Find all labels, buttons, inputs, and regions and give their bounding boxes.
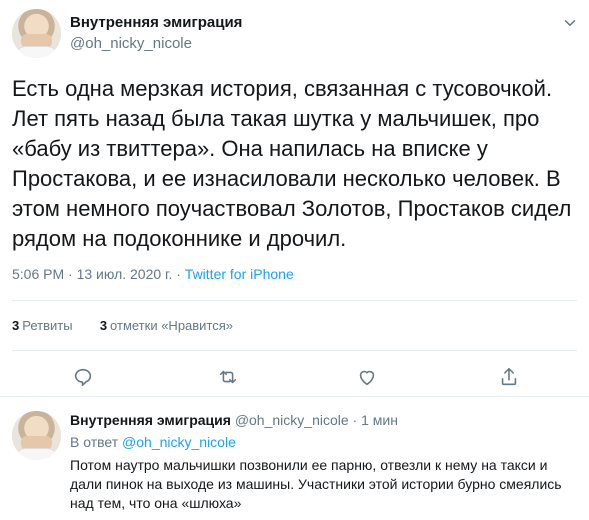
avatar[interactable] — [12, 9, 61, 58]
divider — [12, 300, 577, 301]
reply-button[interactable] — [72, 366, 94, 388]
tweet-text: Есть одна мерзкая история, связанная с т… — [12, 76, 572, 251]
reply-icon — [74, 368, 92, 387]
reply-header: Внутренняя эмиграция @oh_nicky_nicole · … — [70, 412, 398, 428]
meta-separator: · — [352, 412, 358, 428]
author-handle[interactable]: @oh_nicky_nicole — [70, 35, 192, 52]
retweet-icon — [219, 370, 237, 384]
meta-separator: · — [68, 266, 73, 282]
tweet-meta: 5:06 PM · 13 июл. 2020 г. · Twitter for … — [12, 266, 294, 282]
reply-time[interactable]: 1 мин — [361, 412, 398, 428]
retweet-button[interactable] — [217, 366, 239, 388]
reply-to-handle[interactable]: @oh_nicky_nicole — [122, 434, 236, 450]
likes-stat[interactable]: 3 отметки «Нравится» — [100, 318, 233, 333]
retweets-stat[interactable]: 3 Ретвиты — [12, 318, 73, 333]
tweet-time[interactable]: 5:06 PM — [12, 266, 64, 282]
tweet-stats: 3 Ретвиты 3 отметки «Нравится» — [12, 318, 233, 333]
reply-text: Потом наутро мальчишки позвонили ее парн… — [70, 457, 562, 511]
divider — [12, 350, 577, 351]
author-name[interactable]: Внутренняя эмиграция — [70, 14, 242, 31]
tweet-source[interactable]: Twitter for iPhone — [185, 266, 294, 282]
share-icon — [501, 367, 517, 386]
reply-author-name[interactable]: Внутренняя эмиграция — [70, 412, 231, 428]
avatar[interactable] — [12, 411, 61, 460]
reply-to-label: В ответ — [70, 434, 119, 450]
meta-separator: · — [176, 266, 181, 282]
reply-context: В ответ @oh_nicky_nicole — [70, 434, 236, 450]
tweet-date[interactable]: 13 июл. 2020 г. — [77, 266, 173, 282]
reply-author-handle[interactable]: @oh_nicky_nicole — [235, 412, 349, 428]
heart-icon — [359, 370, 375, 386]
chevron-down-icon[interactable] — [561, 14, 579, 32]
like-button[interactable] — [356, 366, 378, 388]
share-button[interactable] — [498, 366, 520, 388]
